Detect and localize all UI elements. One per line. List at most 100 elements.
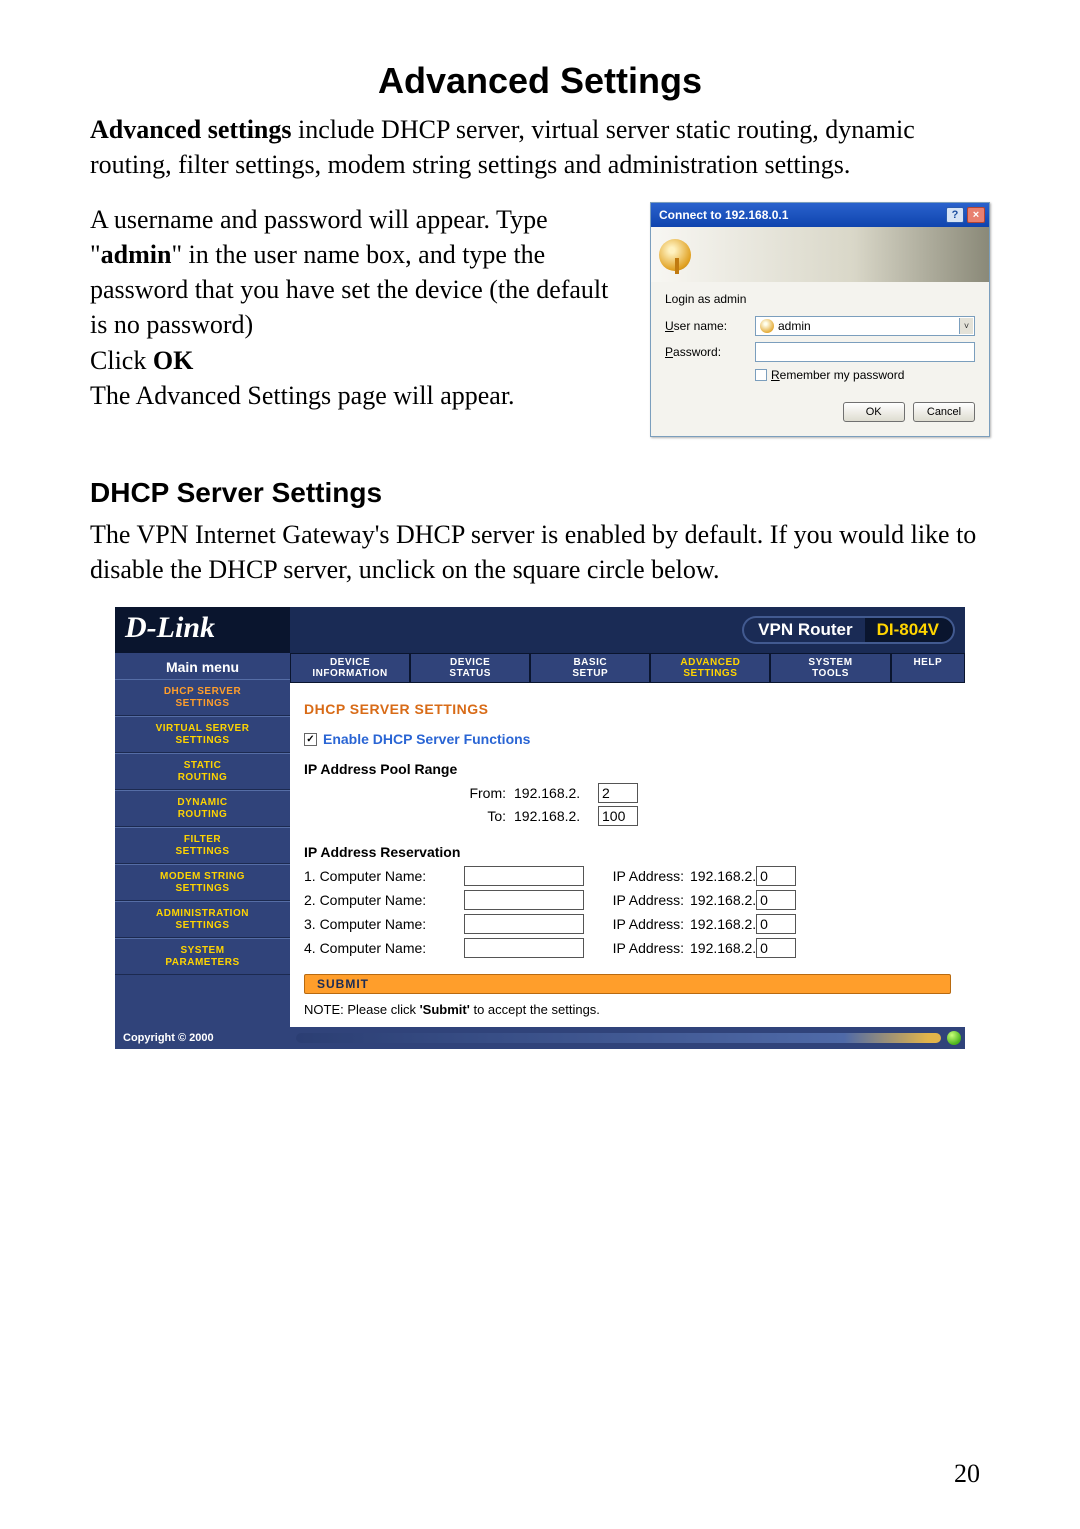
instructions-text: A username and password will appear. Typ… [90, 202, 630, 413]
tab-label: INFORMATION [293, 668, 407, 679]
sidebar-item-label: ROUTING [119, 772, 286, 784]
cancel-button[interactable]: Cancel [913, 402, 975, 422]
remember-checkbox[interactable] [755, 369, 767, 381]
copyright-text: Copyright © 2000 [115, 1032, 290, 1044]
ip-pool-range-label: IP Address Pool Range [304, 761, 951, 777]
sidebar-item-static-routing[interactable]: STATIC ROUTING [115, 753, 290, 790]
to-label: To: [304, 808, 514, 824]
dialog-titlebar: Connect to 192.168.0.1 ? × [651, 203, 989, 227]
ip-prefix: 192.168.2. [514, 785, 598, 801]
ip-prefix: 192.168.2. [690, 892, 756, 908]
tab-label: BASIC [533, 657, 647, 668]
sidebar-item-dynamic-routing[interactable]: DYNAMIC ROUTING [115, 790, 290, 827]
sidebar-item-dhcp-server-settings[interactable]: DHCP SERVER SETTINGS [115, 679, 290, 716]
ok-button[interactable]: OK [843, 402, 905, 422]
tab-label: TOOLS [773, 668, 887, 679]
ip-address-label: IP Address: [602, 940, 690, 956]
status-dot-icon [947, 1031, 961, 1045]
tab-advanced-settings[interactable]: ADVANCED SETTINGS [650, 653, 770, 683]
enable-dhcp-row[interactable]: ✓ Enable DHCP Server Functions [304, 731, 951, 747]
ip-prefix: 192.168.2. [690, 916, 756, 932]
note-a: NOTE: Please click [304, 1002, 420, 1017]
note-row: NOTE: Please click 'Submit' to accept th… [304, 1002, 951, 1017]
chevron-down-icon[interactable]: ˅ [959, 318, 973, 334]
sidebar-item-system-parameters[interactable]: SYSTEM PARAMETERS [115, 938, 290, 975]
reservation-name-label: 3. Computer Name: [304, 916, 464, 932]
dlink-logo: D-Link [115, 607, 290, 653]
ip-suffix-input-1[interactable]: 0 [756, 866, 796, 886]
model-label: DI-804V [865, 616, 955, 644]
sidebar: Main menu DHCP SERVER SETTINGS VIRTUAL S… [115, 653, 290, 1027]
ip-suffix-input-2[interactable]: 0 [756, 890, 796, 910]
tab-device-status[interactable]: DEVICE STATUS [410, 653, 530, 683]
help-icon[interactable]: ? [946, 207, 964, 223]
username-value: admin [778, 319, 811, 333]
password-label: Password: [665, 345, 755, 359]
dialog-title: Connect to 192.168.0.1 [659, 208, 788, 222]
sidebar-item-administration-settings[interactable]: ADMINISTRATION SETTINGS [115, 901, 290, 938]
ip-suffix-input-4[interactable]: 0 [756, 938, 796, 958]
footer-bar [296, 1033, 941, 1043]
page-number: 20 [954, 1459, 980, 1489]
sidebar-item-label: SETTINGS [119, 735, 286, 747]
tab-device-information[interactable]: DEVICE INFORMATION [290, 653, 410, 683]
router-ui: D-Link VPN Router DI-804V Main menu DHCP… [115, 607, 965, 1049]
tab-system-tools[interactable]: SYSTEM TOOLS [770, 653, 890, 683]
sidebar-item-label: DHCP SERVER [119, 686, 286, 698]
sidebar-item-label: FILTER [119, 834, 286, 846]
page-title: Advanced Settings [90, 60, 990, 102]
computer-name-input-3[interactable] [464, 914, 584, 934]
to-value-input[interactable]: 100 [598, 806, 638, 826]
pill-area: VPN Router DI-804V [290, 607, 965, 653]
reservation-row-2: 2. Computer Name: IP Address: 192.168.2.… [304, 890, 951, 910]
password-row: Password: [665, 342, 975, 362]
vpn-router-label: VPN Router [742, 616, 864, 644]
sidebar-item-label: STATIC [119, 760, 286, 772]
dhcp-paragraph: The VPN Internet Gateway's DHCP server i… [90, 517, 990, 587]
sidebar-item-modem-string-settings[interactable]: MODEM STRING SETTINGS [115, 864, 290, 901]
section-title: DHCP SERVER SETTINGS [304, 701, 951, 717]
tab-label: ADVANCED [653, 657, 767, 668]
router-header: D-Link VPN Router DI-804V [115, 607, 965, 653]
dialog-banner [651, 227, 989, 282]
sidebar-item-label: SETTINGS [119, 920, 286, 932]
computer-name-input-4[interactable] [464, 938, 584, 958]
sidebar-item-virtual-server-settings[interactable]: VIRTUAL SERVER SETTINGS [115, 716, 290, 753]
sidebar-item-filter-settings[interactable]: FILTER SETTINGS [115, 827, 290, 864]
reservation-name-label: 4. Computer Name: [304, 940, 464, 956]
submit-button[interactable]: SUBMIT [304, 974, 951, 994]
main-column: DEVICE INFORMATION DEVICE STATUS BASIC S… [290, 653, 965, 1027]
remember-label: Remember my password [771, 368, 904, 382]
tab-label: HELP [894, 657, 962, 668]
content-panel: DHCP SERVER SETTINGS ✓ Enable DHCP Serve… [290, 683, 965, 1027]
computer-name-input-2[interactable] [464, 890, 584, 910]
body2b: admin [101, 240, 172, 269]
tab-help[interactable]: HELP [891, 653, 965, 683]
tab-label: DEVICE [413, 657, 527, 668]
ok-word: OK [153, 346, 193, 375]
tab-label: SETUP [533, 668, 647, 679]
username-input[interactable]: admin ˅ [755, 316, 975, 336]
sidebar-item-label: SETTINGS [119, 698, 286, 710]
from-value-input[interactable]: 2 [598, 783, 638, 803]
ip-to-row: To: 192.168.2. 100 [304, 806, 951, 826]
sidebar-item-label: MODEM STRING [119, 871, 286, 883]
instructions-and-dialog: A username and password will appear. Typ… [90, 202, 990, 437]
tab-label: STATUS [413, 668, 527, 679]
password-input[interactable] [755, 342, 975, 362]
ip-from-row: From: 192.168.2. 2 [304, 783, 951, 803]
remember-row[interactable]: Remember my password [755, 368, 975, 382]
ip-address-label: IP Address: [602, 916, 690, 932]
tab-row: DEVICE INFORMATION DEVICE STATUS BASIC S… [290, 653, 965, 683]
note-c: to accept the settings. [470, 1002, 600, 1017]
close-icon[interactable]: × [967, 207, 985, 223]
click-label: Click [90, 346, 153, 375]
from-label: From: [304, 785, 514, 801]
username-label: User name: [665, 319, 755, 333]
tab-basic-setup[interactable]: BASIC SETUP [530, 653, 650, 683]
sidebar-item-label: SYSTEM [119, 945, 286, 957]
ip-prefix: 192.168.2. [514, 808, 598, 824]
enable-dhcp-checkbox[interactable]: ✓ [304, 733, 317, 746]
ip-suffix-input-3[interactable]: 0 [756, 914, 796, 934]
computer-name-input-1[interactable] [464, 866, 584, 886]
